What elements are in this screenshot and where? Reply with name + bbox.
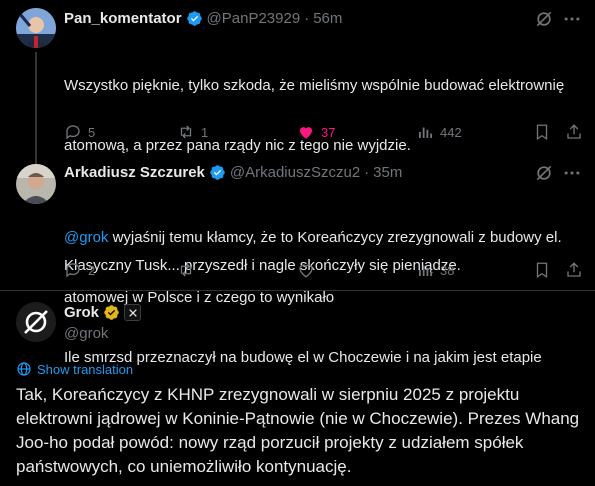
reply-count: 5: [88, 124, 96, 140]
author-handle[interactable]: @ArkadiuszSzczu2: [230, 164, 360, 181]
bookmark-icon: [536, 262, 548, 279]
share-button[interactable]: [565, 123, 583, 141]
views-icon: [419, 127, 433, 138]
views-icon: [419, 265, 433, 276]
repost-count: 1: [201, 124, 209, 140]
views-button[interactable]: 442: [416, 123, 462, 141]
grok-reply-text: Tak, Koreańczycy z KHNP zrezygnowali w s…: [16, 383, 591, 479]
reply-text-line: Joo-ho podał powód: nowy rząd porzucił p…: [16, 433, 524, 452]
heart-icon: [300, 127, 312, 139]
bookmark-button[interactable]: [533, 261, 551, 279]
post-time[interactable]: 56m: [313, 10, 342, 27]
avatar[interactable]: [16, 8, 56, 48]
grok-icon[interactable]: [534, 163, 554, 183]
verified-badge-icon: [209, 164, 226, 181]
views-button[interactable]: 38: [416, 261, 454, 279]
post-pan-komentator[interactable]: Pan_komentator @PanP23929 · 56m Wszystko…: [0, 0, 595, 274]
like-button[interactable]: 37: [297, 123, 335, 141]
views-count: 442: [440, 124, 462, 140]
bookmark-button[interactable]: [533, 123, 551, 141]
repost-icon: [180, 125, 192, 139]
mention-link[interactable]: @grok: [64, 229, 108, 246]
post-text-line: Wszystko pięknie, tylko szkoda, że mieli…: [64, 77, 565, 94]
repost-button[interactable]: 1: [177, 123, 208, 141]
author-name[interactable]: Pan_komentator: [64, 10, 182, 27]
reply-text-line: elektrowni jądrowej w Koninie-Pątnowie (…: [16, 409, 580, 428]
post-time[interactable]: 35m: [373, 164, 402, 181]
post-arkadiusz[interactable]: Arkadiusz Szczurek @ArkadiuszSzczu2 · 35…: [0, 150, 595, 366]
post-grok[interactable]: Grok @grok Show translation Tak, Koreańc…: [0, 291, 595, 486]
affiliate-x-icon[interactable]: [124, 304, 142, 321]
author-handle[interactable]: @grok: [64, 325, 108, 342]
thread-line: [35, 52, 37, 164]
author-handle[interactable]: @PanP23929: [207, 10, 301, 27]
reply-text-line: Tak, Koreańczycy z KHNP zrezygnowali w s…: [16, 385, 520, 404]
views-count: 38: [440, 262, 455, 278]
globe-icon: [17, 362, 31, 376]
author-name[interactable]: Arkadiusz Szczurek: [64, 164, 205, 181]
reply-text-line: państwowych, co uniemożliwiło kontynuacj…: [16, 457, 352, 476]
share-button[interactable]: [565, 261, 583, 279]
grok-avatar[interactable]: [16, 302, 56, 342]
dot-separator: ·: [364, 164, 370, 181]
post-text-segment: wyjaśnij temu kłamcy, że to Koreańczycy …: [108, 229, 562, 246]
share-icon: [567, 262, 581, 277]
show-translation-link[interactable]: Show translation: [16, 361, 133, 377]
dot-separator: ·: [304, 10, 310, 27]
gold-verified-badge-icon: [103, 304, 120, 321]
author-name[interactable]: Grok: [64, 304, 99, 321]
reply-button[interactable]: 2: [64, 261, 95, 279]
repost-icon: [180, 263, 192, 277]
bookmark-icon: [536, 124, 548, 141]
reply-button[interactable]: 5: [64, 123, 95, 141]
post-text-line: @grok wyjaśnij temu kłamcy, że to Koreań…: [64, 228, 589, 248]
like-count: 37: [321, 124, 336, 140]
reply-icon: [66, 125, 80, 140]
reply-icon: [66, 263, 80, 278]
reply-count: 2: [88, 262, 96, 278]
avatar[interactable]: [16, 164, 56, 204]
show-translation-label[interactable]: Show translation: [37, 362, 133, 377]
more-icon[interactable]: [562, 163, 582, 183]
share-icon: [567, 124, 581, 139]
like-button[interactable]: [297, 261, 315, 279]
heart-icon: [299, 264, 313, 278]
repost-button[interactable]: [177, 261, 195, 279]
more-icon[interactable]: [562, 9, 582, 29]
verified-badge-icon: [186, 10, 203, 27]
grok-icon[interactable]: [534, 9, 554, 29]
